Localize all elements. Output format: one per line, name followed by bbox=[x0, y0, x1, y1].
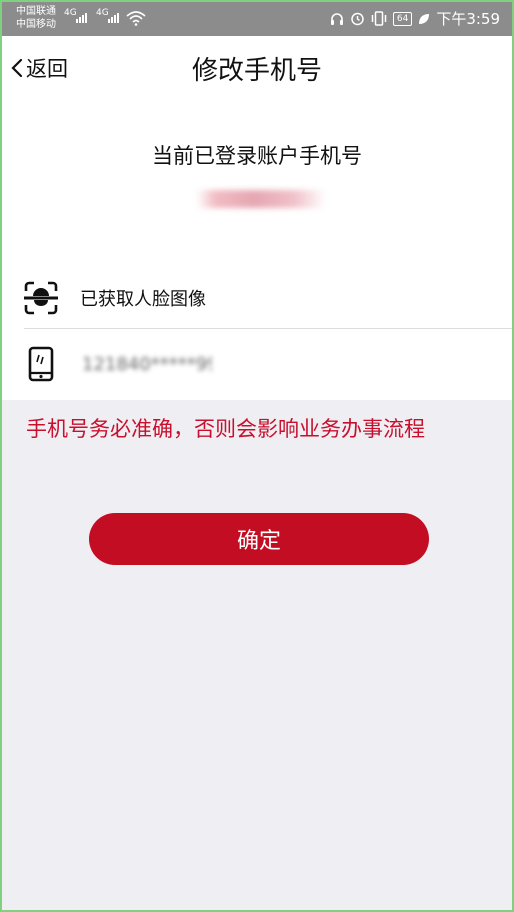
account-phone-value: *********** bbox=[196, 190, 326, 208]
face-image-status: 已获取人脸图像 bbox=[80, 289, 206, 310]
alarm-icon bbox=[351, 12, 364, 26]
status-right: 64 下午3:59 bbox=[330, 8, 500, 29]
leaf-icon bbox=[419, 13, 430, 24]
confirm-button[interactable]: 确定 bbox=[89, 513, 429, 565]
account-phone-label: 当前已登录账户手机号 bbox=[152, 144, 362, 168]
signal-2-icon bbox=[108, 13, 119, 23]
carrier-2: 中国移动 bbox=[16, 19, 56, 30]
face-scan-icon bbox=[24, 281, 58, 315]
status-time: 下午3:59 bbox=[436, 10, 500, 28]
battery-icon: 64 bbox=[392, 11, 413, 26]
network-type-1: 4G bbox=[64, 8, 77, 18]
wifi-icon bbox=[126, 11, 146, 26]
vibrate-icon bbox=[371, 11, 387, 26]
signal-1-icon bbox=[76, 13, 87, 23]
new-phone-input[interactable] bbox=[80, 352, 214, 376]
app-screen: 中国联通 中国移动 4G 4G 64 下午3:59 返回 修改手机号 当前已登录… bbox=[0, 0, 514, 912]
account-card: 当前已登录账户手机号 *********** 已获取人脸图像 bbox=[2, 100, 512, 400]
carrier-info: 中国联通 中国移动 bbox=[16, 5, 56, 31]
carrier-1: 中国联通 bbox=[16, 6, 56, 17]
face-image-row: 已获取人脸图像 bbox=[24, 270, 512, 326]
network-type-2: 4G bbox=[96, 8, 109, 18]
phone-input-row bbox=[24, 335, 512, 393]
mobile-phone-icon bbox=[28, 346, 54, 382]
page-title: 修改手机号 bbox=[191, 56, 322, 86]
status-bar: 中国联通 中国移动 4G 4G 64 下午3:59 bbox=[2, 2, 512, 36]
row-divider bbox=[24, 328, 512, 329]
navigation-bar: 返回 修改手机号 bbox=[2, 36, 512, 100]
warning-message: 手机号务必准确，否则会影响业务办事流程 bbox=[26, 417, 425, 441]
headphones-icon bbox=[330, 12, 343, 25]
